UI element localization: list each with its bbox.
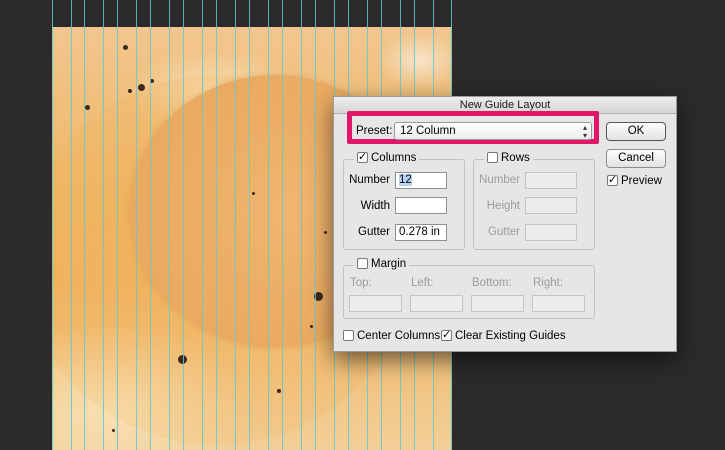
bubble-dot bbox=[85, 105, 90, 110]
bubble-dot bbox=[128, 89, 132, 93]
margin-label: Margin bbox=[371, 258, 407, 270]
clear-guides-label: Clear Existing Guides bbox=[455, 330, 566, 342]
guide-line bbox=[103, 0, 104, 450]
margin-right-label: Right: bbox=[533, 277, 564, 289]
rows-number-input[interactable] bbox=[525, 172, 577, 189]
rows-number-label: Number bbox=[479, 174, 520, 186]
rows-checkbox[interactable]: Rows bbox=[484, 152, 533, 164]
columns-width-label: Width bbox=[360, 200, 390, 212]
columns-width-input[interactable] bbox=[395, 197, 447, 214]
guide-line bbox=[84, 0, 85, 450]
guide-line bbox=[71, 0, 72, 450]
preview-checkbox-box[interactable] bbox=[607, 173, 618, 186]
guide-line bbox=[117, 0, 118, 450]
bubble-dot bbox=[123, 45, 128, 50]
center-columns-checkbox[interactable]: Center Columns bbox=[343, 330, 440, 342]
preview-checkbox[interactable]: Preview bbox=[607, 173, 662, 187]
margin-right-input[interactable] bbox=[532, 295, 585, 312]
columns-checkbox[interactable]: Columns bbox=[354, 150, 420, 164]
guide-line bbox=[315, 0, 316, 450]
rows-label: Rows bbox=[501, 152, 530, 164]
guide-line bbox=[150, 0, 151, 450]
rows-checkbox-box[interactable] bbox=[487, 152, 498, 163]
margin-checkbox[interactable]: Margin bbox=[354, 258, 410, 270]
rows-height-label: Height bbox=[486, 200, 520, 212]
columns-number-label: Number bbox=[349, 174, 390, 186]
updown-arrows-icon: ▴ ▾ bbox=[582, 123, 587, 140]
columns-number-value: 12 bbox=[399, 174, 412, 186]
guide-line bbox=[301, 0, 302, 450]
columns-gutter-input[interactable]: 0.278 in bbox=[395, 224, 447, 241]
preset-label: Preset: bbox=[356, 125, 393, 137]
margin-top-label: Top: bbox=[350, 277, 372, 289]
columns-number-input[interactable]: 12 bbox=[395, 172, 447, 189]
margin-top-input[interactable] bbox=[349, 295, 402, 312]
columns-checkbox-box[interactable] bbox=[357, 150, 368, 163]
columns-gutter-label: Gutter bbox=[358, 226, 390, 238]
guide-line bbox=[183, 0, 184, 450]
margin-bottom-label: Bottom: bbox=[472, 277, 512, 289]
ok-button[interactable]: OK bbox=[606, 122, 666, 141]
margin-checkbox-box[interactable] bbox=[357, 258, 368, 269]
guide-line bbox=[169, 0, 170, 450]
guide-line bbox=[136, 0, 137, 450]
guide-line bbox=[282, 0, 283, 450]
guide-line bbox=[249, 0, 250, 450]
rows-gutter-input[interactable] bbox=[525, 224, 577, 241]
guide-line bbox=[202, 0, 203, 450]
margin-bottom-input[interactable] bbox=[471, 295, 524, 312]
guide-line bbox=[235, 0, 236, 450]
guide-line bbox=[216, 0, 217, 450]
bubble-dot bbox=[112, 429, 115, 432]
rows-height-input[interactable] bbox=[525, 197, 577, 214]
preset-select[interactable]: 12 Column ▴ ▾ bbox=[394, 122, 592, 140]
bubble-dot bbox=[138, 84, 145, 91]
clear-guides-checkbox[interactable]: Clear Existing Guides bbox=[441, 328, 566, 342]
bubble-dot bbox=[252, 192, 255, 195]
guide-line bbox=[52, 0, 53, 450]
bubble-dot bbox=[310, 325, 313, 328]
bubble-dot bbox=[324, 231, 327, 234]
columns-label: Columns bbox=[371, 152, 417, 164]
cancel-button[interactable]: Cancel bbox=[606, 149, 666, 168]
clear-guides-checkbox-box[interactable] bbox=[441, 328, 452, 341]
rows-gutter-label: Gutter bbox=[488, 226, 520, 238]
preset-value: 12 Column bbox=[400, 125, 456, 137]
center-columns-checkbox-box[interactable] bbox=[343, 330, 354, 341]
margin-left-label: Left: bbox=[411, 277, 434, 289]
bubble-dot bbox=[277, 389, 281, 393]
new-guide-layout-dialog: New Guide Layout Preset: 12 Column ▴ ▾ OK… bbox=[333, 96, 677, 352]
preview-label: Preview bbox=[621, 175, 662, 187]
guide-line bbox=[268, 0, 269, 450]
center-columns-label: Center Columns bbox=[357, 330, 441, 342]
margin-left-input[interactable] bbox=[410, 295, 463, 312]
